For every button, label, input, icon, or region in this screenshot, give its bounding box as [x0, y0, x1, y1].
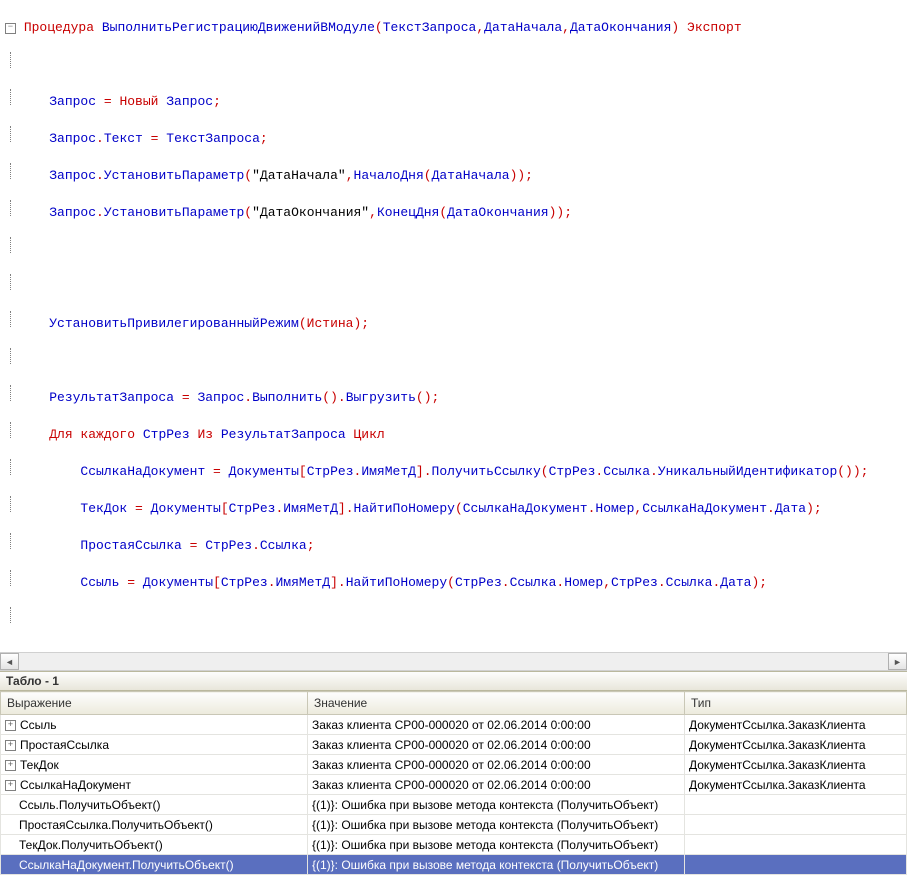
expand-icon[interactable]: + [5, 780, 16, 791]
expression-cell[interactable]: ТекДок.ПолучитьОбъект() [1, 835, 308, 855]
expression-cell[interactable]: ПростаяСсылка.ПолучитьОбъект() [1, 815, 308, 835]
value-cell[interactable]: Заказ клиента СР00-000020 от 02.06.2014 … [308, 755, 685, 775]
expression-text: Ссыль.ПолучитьОбъект() [19, 798, 160, 812]
param: ДатаОкончания [570, 20, 671, 35]
expression-cell[interactable]: + Ссыль [1, 715, 308, 735]
table-row[interactable]: + СсылкаНаДокумент Заказ клиента СР00-0000… [1, 775, 907, 795]
expression-cell[interactable]: + ТекДок [1, 755, 308, 775]
expression-text: ПростаяСсылка.ПолучитьОбъект() [19, 818, 213, 832]
watch-table[interactable]: Выражение Значение Тип + Ссыль Заказ клиен… [0, 691, 907, 875]
expression-text: ТекДок.ПолучитьОбъект() [19, 838, 163, 852]
value-cell[interactable]: {(1)}: Ошибка при вызове метода контекст… [308, 835, 685, 855]
watch-panel-title: Табло - 1 [0, 671, 907, 691]
expression-text: СсылкаНаДокумент [20, 778, 131, 792]
paren: ( [375, 20, 383, 35]
table-row[interactable]: ПростаяСсылка.ПолучитьОбъект() {(1)}: Оши… [1, 815, 907, 835]
table-row[interactable]: + ТекДок Заказ клиента СР00-000020 от 02.0… [1, 755, 907, 775]
table-row[interactable]: СсылкаНаДокумент.ПолучитьОбъект() {(1)}: … [1, 855, 907, 875]
table-row[interactable]: + ПростаяСсылка Заказ клиента СР00-000020 … [1, 735, 907, 755]
value-cell[interactable]: Заказ клиента СР00-000020 от 02.06.2014 … [308, 735, 685, 755]
fold-icon[interactable]: − [5, 23, 16, 34]
expression-text: ТекДок [20, 758, 59, 772]
value-cell[interactable]: Заказ клиента СР00-000020 от 02.06.2014 … [308, 775, 685, 795]
code-editor[interactable]: − Процедура ВыполнитьРегистрациюДвижений… [0, 0, 907, 652]
type-cell[interactable]: ДокументСсылка.ЗаказКлиента [685, 755, 907, 775]
column-header-expression[interactable]: Выражение [1, 692, 308, 715]
keyword: Процедура [24, 20, 94, 35]
expand-icon[interactable]: + [5, 740, 16, 751]
expression-cell[interactable]: + ПростаяСсылка [1, 735, 308, 755]
expression-text: Ссыль [20, 718, 57, 732]
value-cell[interactable]: Заказ клиента СР00-000020 от 02.06.2014 … [308, 715, 685, 735]
proc-name: ВыполнитьРегистрациюДвиженийВМодуле [102, 20, 375, 35]
expression-text: ПростаяСсылка [20, 738, 109, 752]
expression-cell[interactable]: + СсылкаНаДокумент [1, 775, 308, 795]
type-cell[interactable] [685, 835, 907, 855]
param: ДатаНачала [484, 20, 562, 35]
horizontal-scrollbar[interactable]: ◄ ► [0, 652, 907, 671]
value-cell[interactable]: {(1)}: Ошибка при вызове метода контекст… [308, 795, 685, 815]
type-cell[interactable]: ДокументСсылка.ЗаказКлиента [685, 735, 907, 755]
table-row[interactable]: Ссыль.ПолучитьОбъект() {(1)}: Ошибка при … [1, 795, 907, 815]
expression-cell[interactable]: Ссыль.ПолучитьОбъект() [1, 795, 308, 815]
column-header-type[interactable]: Тип [685, 692, 907, 715]
type-cell[interactable]: ДокументСсылка.ЗаказКлиента [685, 715, 907, 735]
expression-cell[interactable]: СсылкаНаДокумент.ПолучитьОбъект() [1, 855, 308, 875]
type-cell[interactable] [685, 795, 907, 815]
table-row[interactable]: ТекДок.ПолучитьОбъект() {(1)}: Ошибка при… [1, 835, 907, 855]
table-row[interactable]: + Ссыль Заказ клиента СР00-000020 от 02.06… [1, 715, 907, 735]
value-cell[interactable]: {(1)}: Ошибка при вызове метода контекст… [308, 815, 685, 835]
expand-icon[interactable]: + [5, 760, 16, 771]
type-cell[interactable] [685, 815, 907, 835]
scroll-right-icon[interactable]: ► [888, 653, 907, 670]
column-header-value[interactable]: Значение [308, 692, 685, 715]
expand-icon[interactable]: + [5, 720, 16, 731]
keyword: Экспорт [687, 20, 742, 35]
type-cell[interactable] [685, 855, 907, 875]
scroll-left-icon[interactable]: ◄ [0, 653, 19, 670]
expression-text: СсылкаНаДокумент.ПолучитьОбъект() [19, 858, 234, 872]
type-cell[interactable]: ДокументСсылка.ЗаказКлиента [685, 775, 907, 795]
param: ТекстЗапроса [383, 20, 477, 35]
value-cell[interactable]: {(1)}: Ошибка при вызове метода контекст… [308, 855, 685, 875]
